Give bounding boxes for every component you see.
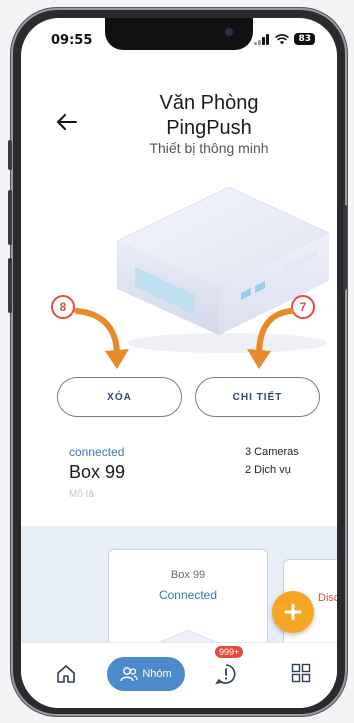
plus-icon (284, 603, 302, 621)
page-subtitle: Thiết bị thông minh (149, 140, 269, 156)
grid-icon (291, 663, 311, 683)
status-time: 09:55 (51, 33, 93, 48)
annotation-arrow-icon (247, 308, 294, 369)
camera-count: 3 Cameras (245, 446, 299, 458)
service-count: 2 Dịch vụ (245, 464, 291, 476)
connection-status: connected (69, 445, 125, 459)
device-frame: 09:55 83 Văn Phòng PingPush Thiết bị thô… (0, 0, 354, 723)
wifi-icon (275, 33, 290, 44)
device-card-status: Connected (158, 588, 218, 602)
tab-group-label: Nhóm (142, 668, 172, 680)
title-line-1: Văn Phòng (159, 92, 259, 114)
device-description: Mô tả (69, 489, 95, 500)
power-button (343, 205, 347, 290)
tab-group[interactable]: Nhóm (107, 657, 185, 691)
alert-icon (215, 664, 236, 685)
volume-down-button (8, 258, 12, 313)
volume-up-button (8, 190, 12, 245)
signal-icon (254, 33, 270, 45)
annotation-arrow-icon (74, 308, 129, 369)
page-title: Văn Phòng PingPush (81, 91, 337, 141)
tab-alerts[interactable] (215, 663, 237, 685)
users-icon (120, 667, 138, 682)
device-card-name: Box 99 (170, 569, 206, 581)
notch (105, 18, 253, 50)
device-name: Box 99 (69, 462, 126, 482)
battery-indicator: 83 (294, 33, 315, 45)
bottom-tab-bar: Nhóm 999+ (21, 642, 337, 708)
device-illustration (115, 186, 331, 353)
tab-menu[interactable] (291, 663, 311, 683)
status-icons: 83 (254, 33, 315, 45)
add-device-button[interactable] (272, 591, 314, 633)
tab-home[interactable] (55, 663, 77, 685)
detail-button[interactable]: CHI TIẾT (195, 377, 320, 417)
delete-button[interactable]: XÓA (57, 377, 182, 417)
alerts-badge: 999+ (215, 646, 244, 658)
front-camera (225, 28, 233, 36)
device-card-status: Disco (318, 592, 337, 604)
app-screen: 09:55 83 Văn Phòng PingPush Thiết bị thô… (21, 18, 337, 708)
title-line-2: PingPush (166, 117, 252, 139)
back-button[interactable] (57, 111, 77, 136)
home-icon (57, 665, 75, 683)
silent-switch (8, 140, 12, 170)
back-arrow-icon (57, 114, 77, 130)
annotation-marker-8: 8 (51, 295, 75, 319)
